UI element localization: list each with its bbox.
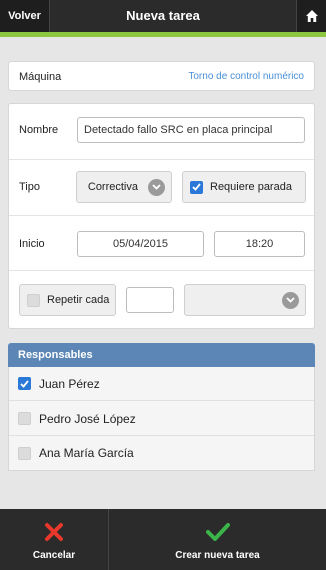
cross-icon <box>44 519 64 545</box>
checkbox-checked-icon <box>18 377 31 390</box>
type-select[interactable]: Correctiva <box>76 171 172 203</box>
start-date-input[interactable]: 05/04/2015 <box>77 231 204 257</box>
responsables-list: Juan Pérez Pedro José López Ana María Ga… <box>8 367 315 471</box>
header-accent-bar <box>0 32 326 37</box>
repeat-interval-input[interactable] <box>126 287 174 313</box>
list-item[interactable]: Juan Pérez <box>9 367 314 401</box>
type-select-value: Correctiva <box>87 181 138 193</box>
responsable-name: Ana María García <box>39 446 134 460</box>
requires-stop-label: Requiere parada <box>210 181 292 193</box>
start-label: Inicio <box>19 238 45 250</box>
start-date-value: 05/04/2015 <box>112 238 169 250</box>
list-item[interactable]: Pedro José López <box>9 402 314 436</box>
list-item[interactable]: Ana María García <box>9 436 314 470</box>
repeat-toggle[interactable]: Repetir cada <box>19 284 116 316</box>
checkmark-icon <box>205 519 230 545</box>
divider <box>9 159 314 160</box>
repeat-label: Repetir cada <box>47 294 110 306</box>
checkbox-checked-icon <box>190 180 203 194</box>
type-label: Tipo <box>19 181 40 193</box>
back-button[interactable]: Volver <box>0 0 50 32</box>
repeat-unit-select[interactable] <box>184 284 306 316</box>
machine-card: Máquina Torno de control numérico <box>8 61 315 91</box>
home-button[interactable] <box>296 0 326 32</box>
responsable-name: Juan Pérez <box>39 376 100 391</box>
responsable-name: Pedro José López <box>39 411 136 426</box>
start-time-value: 18:20 <box>245 238 274 250</box>
page-title: Nueva tarea <box>126 8 200 23</box>
machine-value[interactable]: Torno de control numérico <box>188 71 304 82</box>
chevron-down-icon <box>282 291 299 309</box>
checkbox-unchecked-icon <box>18 412 31 425</box>
name-label: Nombre <box>19 124 59 136</box>
bottom-toolbar: Cancelar Crear nueva tarea <box>0 509 326 570</box>
machine-label: Máquina <box>19 71 62 83</box>
divider <box>9 215 314 216</box>
top-bar: Volver Nueva tarea <box>0 0 326 32</box>
cancel-button[interactable]: Cancelar <box>0 509 108 570</box>
task-form-card: Nombre Detectado fallo SRC en placa prin… <box>8 103 315 329</box>
requires-stop-toggle[interactable]: Requiere parada <box>182 171 306 203</box>
checkbox-unchecked-icon <box>18 446 31 460</box>
cancel-label: Cancelar <box>32 549 76 561</box>
create-task-button[interactable]: Crear nueva tarea <box>109 509 326 570</box>
home-icon <box>305 10 318 22</box>
divider <box>9 270 314 271</box>
start-time-input[interactable]: 18:20 <box>214 231 305 257</box>
checkbox-unchecked-icon <box>27 293 40 307</box>
chevron-down-icon <box>148 178 165 196</box>
responsables-header: Responsables <box>8 343 315 367</box>
name-input[interactable]: Detectado fallo SRC en placa principal <box>77 117 305 143</box>
name-input-value: Detectado fallo SRC en placa principal <box>84 124 273 136</box>
create-label: Crear nueva tarea <box>175 549 260 561</box>
